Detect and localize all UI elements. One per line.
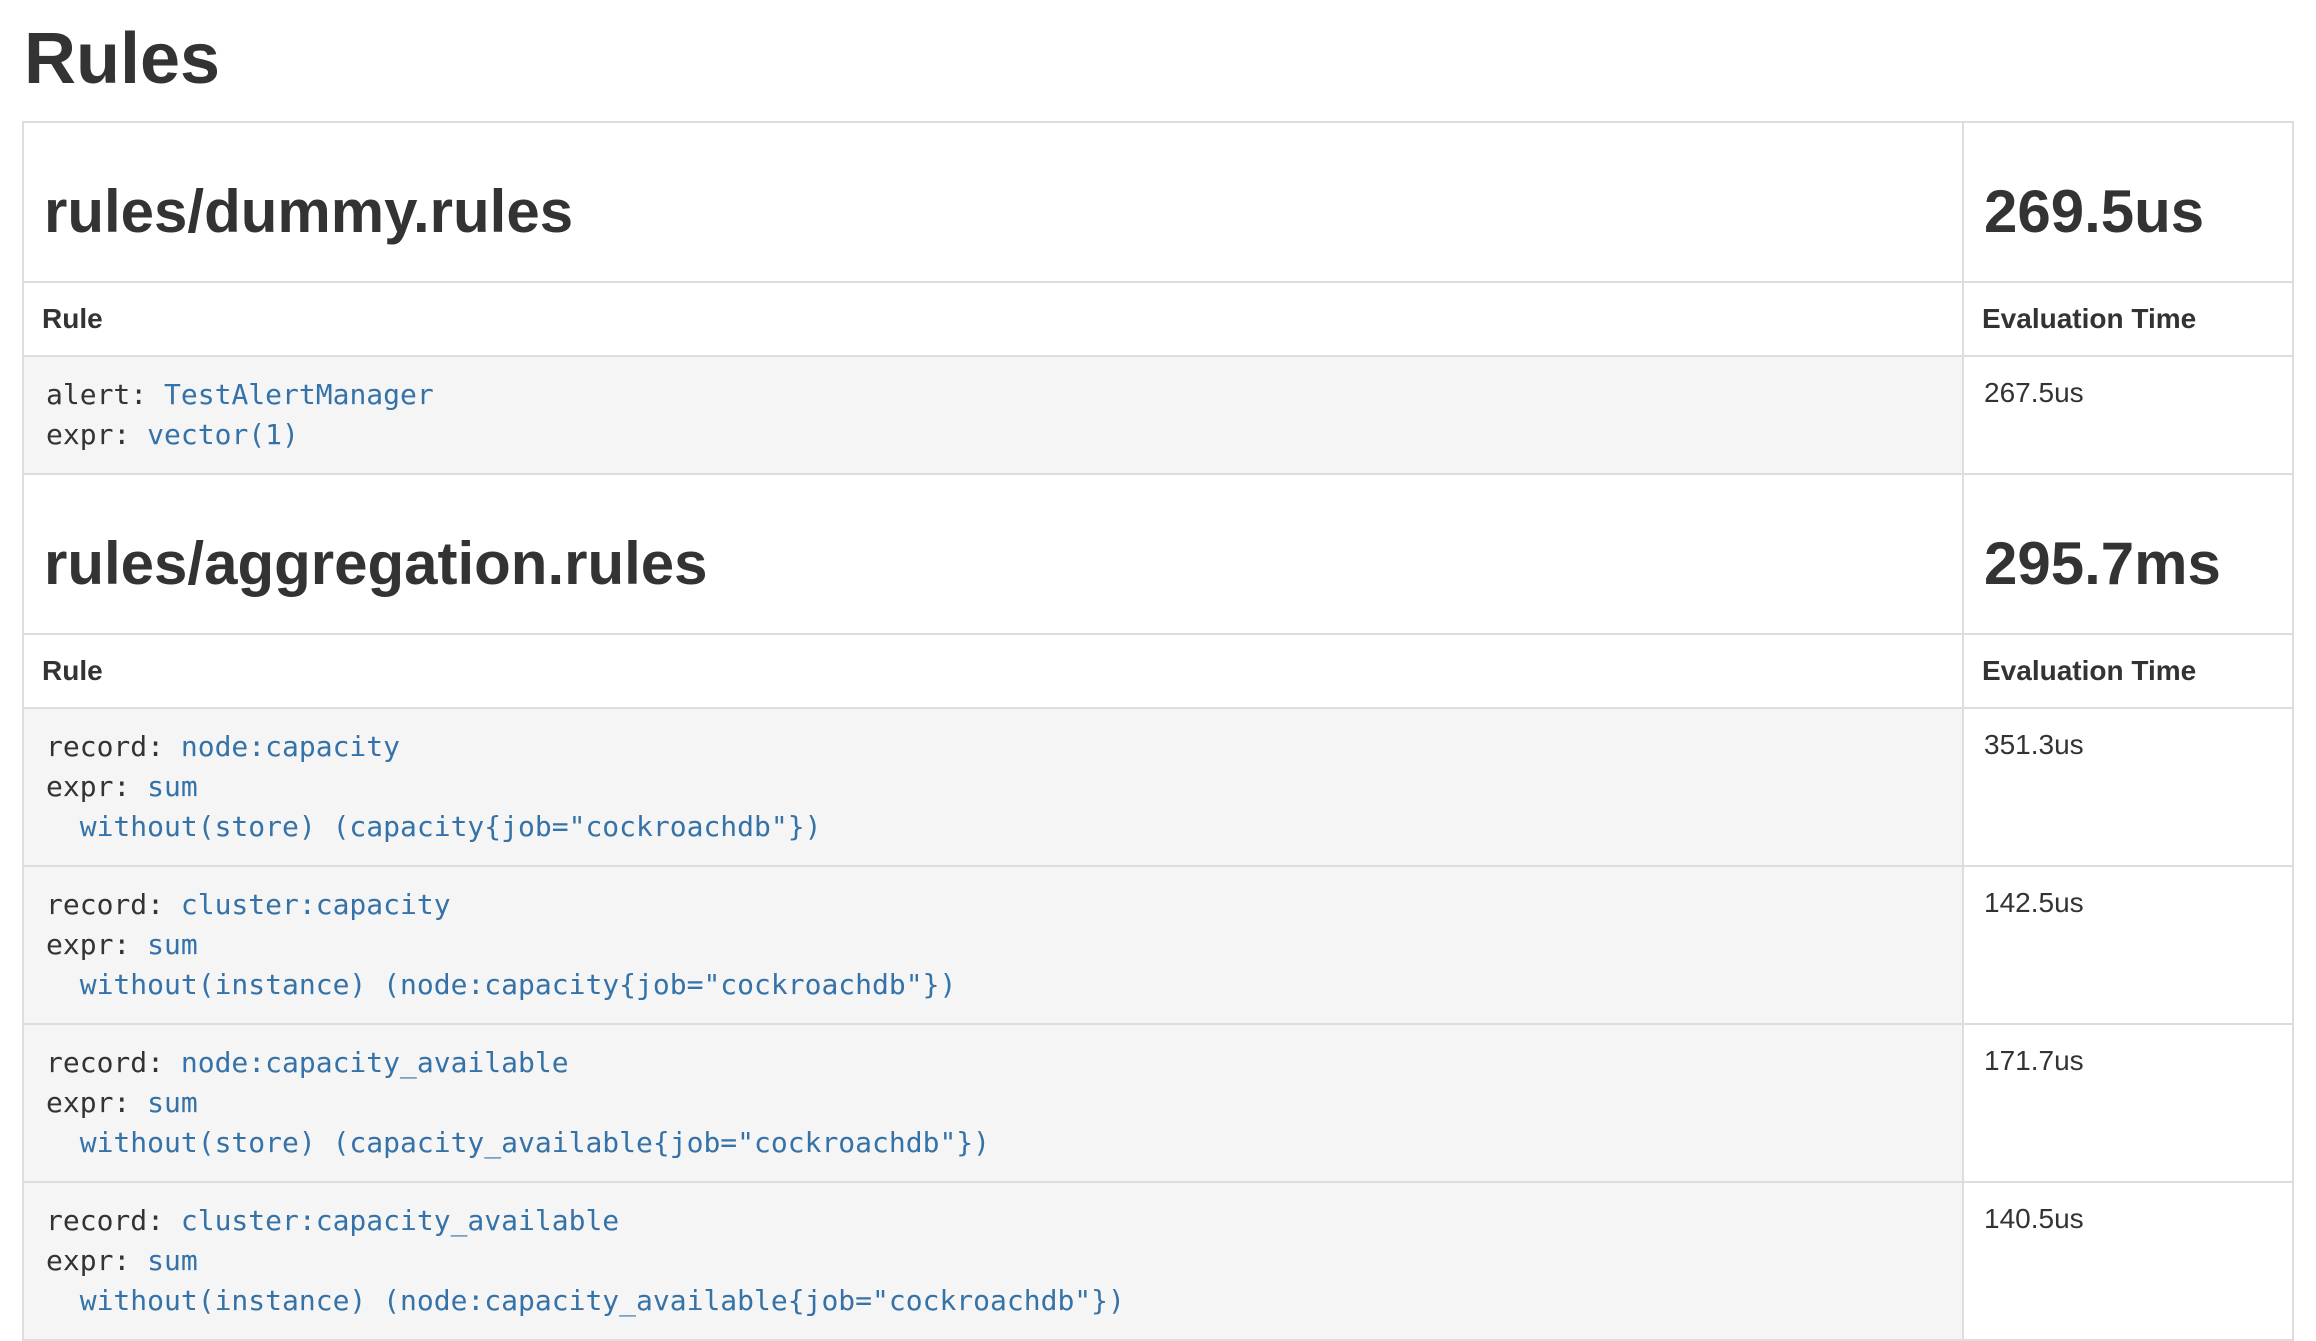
eval-time-value: 351.3us xyxy=(1963,708,2293,866)
rule-row: record: node:capacity expr: sum without(… xyxy=(23,708,2293,866)
column-header-rule: Rule xyxy=(23,634,1963,708)
expr-keyword-label: expr: xyxy=(46,1086,147,1119)
expr-link[interactable]: sum xyxy=(147,928,198,961)
expr-link[interactable]: sum xyxy=(147,770,198,803)
column-header-eval-time: Evaluation Time xyxy=(1963,634,2293,708)
rule-code-line: expr: sum xyxy=(46,1241,1940,1281)
expr-link[interactable]: sum xyxy=(147,1244,198,1277)
rule-code-cell: record: node:capacity expr: sum without(… xyxy=(23,708,1963,866)
rule-code-line: without(instance) (node:capacity{job="co… xyxy=(46,965,1940,1005)
rule-code-cell: alert: TestAlertManager expr: vector(1) xyxy=(23,356,1963,474)
page-title: Rules xyxy=(24,20,2294,99)
rule-keyword-label: record: xyxy=(46,1046,181,1079)
rule-keyword-label: record: xyxy=(46,1204,181,1237)
rule-row: alert: TestAlertManager expr: vector(1) … xyxy=(23,356,2293,474)
rule-code-line: without(instance) (node:capacity_availab… xyxy=(46,1281,1940,1321)
expr-link-continuation[interactable]: without(instance) (node:capacity_availab… xyxy=(46,1284,1125,1317)
rule-keyword-label: record: xyxy=(46,730,181,763)
rule-keyword-label: alert: xyxy=(46,378,164,411)
rule-code-cell: record: cluster:capacity expr: sum witho… xyxy=(23,866,1963,1024)
record-name-link[interactable]: cluster:capacity_available xyxy=(181,1204,619,1237)
column-header-rule: Rule xyxy=(23,282,1963,356)
rule-code-line: record: cluster:capacity xyxy=(46,885,1940,925)
rule-code-cell: record: cluster:capacity_available expr:… xyxy=(23,1182,1963,1340)
group-file-cell: rules/aggregation.rules xyxy=(23,474,1963,634)
group-heading-row: rules/aggregation.rules 295.7ms xyxy=(23,474,2293,634)
record-name-link[interactable]: node:capacity xyxy=(181,730,400,763)
rule-code-line: alert: TestAlertManager xyxy=(46,375,1940,415)
rule-code-line: record: node:capacity xyxy=(46,727,1940,767)
rule-code-line: record: node:capacity_available xyxy=(46,1043,1940,1083)
rule-code-line: without(store) (capacity_available{job="… xyxy=(46,1123,1940,1163)
expr-link-continuation[interactable]: without(instance) (node:capacity{job="co… xyxy=(46,968,956,1001)
expr-link-continuation[interactable]: without(store) (capacity_available{job="… xyxy=(46,1126,990,1159)
expr-link[interactable]: sum xyxy=(147,1086,198,1119)
expr-link[interactable]: vector(1) xyxy=(147,418,299,451)
group-file-heading: rules/aggregation.rules xyxy=(44,531,1942,597)
rule-code-line: expr: sum xyxy=(46,1083,1940,1123)
rule-code-line: expr: vector(1) xyxy=(46,415,1940,455)
rule-code-cell: record: node:capacity_available expr: su… xyxy=(23,1024,1963,1182)
group-eval-cell: 269.5us xyxy=(1963,122,2293,282)
group-eval-time-heading: 295.7ms xyxy=(1984,531,2272,597)
rules-table: rules/dummy.rules 269.5us Rule Evaluatio… xyxy=(22,121,2294,1341)
rule-code-line: expr: sum xyxy=(46,767,1940,807)
rule-row: record: cluster:capacity expr: sum witho… xyxy=(23,866,2293,1024)
expr-keyword-label: expr: xyxy=(46,770,147,803)
rule-row: record: node:capacity_available expr: su… xyxy=(23,1024,2293,1182)
rule-code-line: expr: sum xyxy=(46,925,1940,965)
expr-keyword-label: expr: xyxy=(46,928,147,961)
group-eval-cell: 295.7ms xyxy=(1963,474,2293,634)
expr-keyword-label: expr: xyxy=(46,418,147,451)
column-header-row: Rule Evaluation Time xyxy=(23,282,2293,356)
column-header-eval-time: Evaluation Time xyxy=(1963,282,2293,356)
group-file-cell: rules/dummy.rules xyxy=(23,122,1963,282)
alert-name-link[interactable]: TestAlertManager xyxy=(164,378,434,411)
rule-row: record: cluster:capacity_available expr:… xyxy=(23,1182,2293,1340)
eval-time-value: 267.5us xyxy=(1963,356,2293,474)
rule-code-line: record: cluster:capacity_available xyxy=(46,1201,1940,1241)
rule-code-line: without(store) (capacity{job="cockroachd… xyxy=(46,807,1940,847)
column-header-row: Rule Evaluation Time xyxy=(23,634,2293,708)
eval-time-value: 142.5us xyxy=(1963,866,2293,1024)
eval-time-value: 140.5us xyxy=(1963,1182,2293,1340)
eval-time-value: 171.7us xyxy=(1963,1024,2293,1182)
record-name-link[interactable]: cluster:capacity xyxy=(181,888,451,921)
group-file-heading: rules/dummy.rules xyxy=(44,179,1942,245)
group-heading-row: rules/dummy.rules 269.5us xyxy=(23,122,2293,282)
record-name-link[interactable]: node:capacity_available xyxy=(181,1046,569,1079)
expr-keyword-label: expr: xyxy=(46,1244,147,1277)
group-eval-time-heading: 269.5us xyxy=(1984,179,2272,245)
rule-keyword-label: record: xyxy=(46,888,181,921)
expr-link-continuation[interactable]: without(store) (capacity{job="cockroachd… xyxy=(46,810,821,843)
